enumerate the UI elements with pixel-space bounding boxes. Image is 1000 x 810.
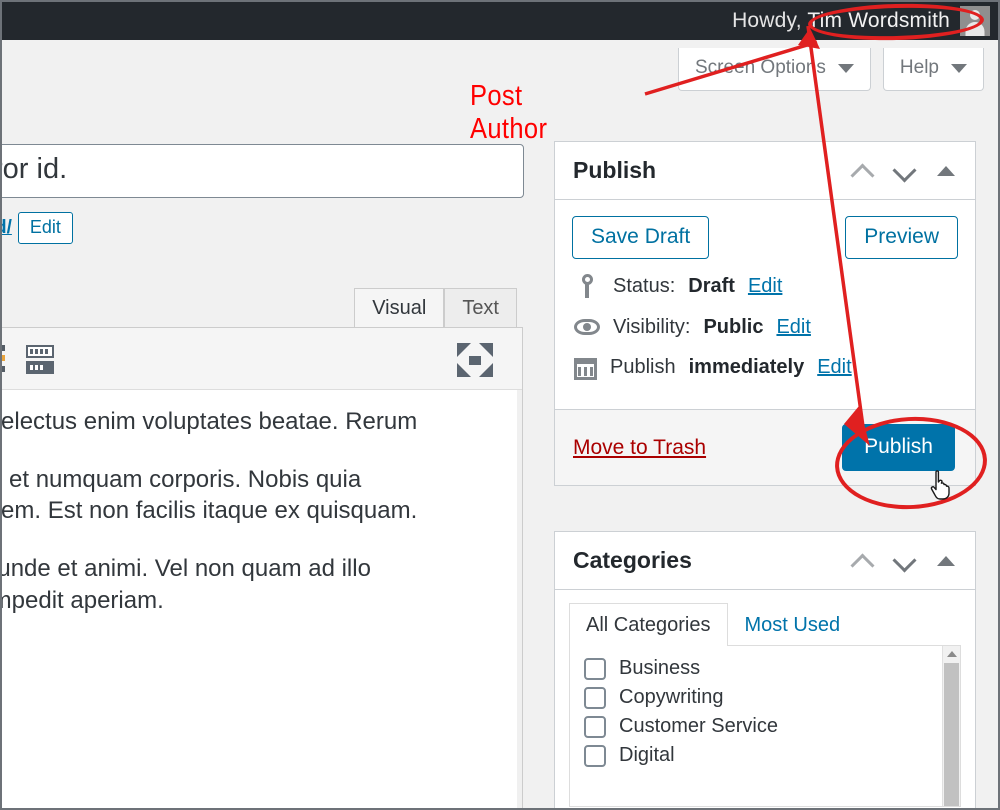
categories-list: Business Copywriting Customer Service Di… xyxy=(570,646,960,767)
tab-visual[interactable]: Visual xyxy=(354,288,445,330)
move-down-icon[interactable] xyxy=(895,161,915,181)
categories-metabox-title: Categories xyxy=(573,547,692,573)
category-checkbox[interactable] xyxy=(584,744,606,767)
editor-scrollbar[interactable] xyxy=(517,390,522,808)
editor-mode-tabs: Visual Text xyxy=(354,288,517,330)
publish-button[interactable]: Publish xyxy=(842,424,955,471)
edit-schedule-link[interactable]: Edit xyxy=(817,356,851,379)
publish-actions-row: Save Draft Preview xyxy=(572,216,958,259)
category-checkbox[interactable] xyxy=(584,686,606,709)
categories-metabox-header: Categories xyxy=(555,532,975,590)
post-content-editor: m delectus enim voluptates beatae. Rerum… xyxy=(0,327,523,808)
status-label: Status: xyxy=(613,274,676,297)
move-up-icon[interactable] xyxy=(853,161,873,181)
scrollbar-thumb[interactable] xyxy=(944,663,959,806)
eye-icon xyxy=(574,314,600,340)
help-button[interactable]: Help xyxy=(882,48,984,91)
scroll-up-arrow-icon[interactable] xyxy=(947,651,957,657)
category-label: Customer Service xyxy=(619,715,778,737)
publish-metabox: Publish Save Draft Preview Status: Draft… xyxy=(554,141,976,486)
post-title-wrap: ror id. xyxy=(2,144,524,198)
editor-paragraph-line: is unde et animi. Vel non quam ad illo xyxy=(0,555,371,583)
post-status-row: Status: Draft Edit xyxy=(574,273,958,299)
tab-text[interactable]: Text xyxy=(444,288,517,330)
pin-icon xyxy=(574,273,600,299)
schedule-value: immediately xyxy=(688,356,805,378)
metabox-controls xyxy=(853,161,959,181)
help-label: Help xyxy=(899,57,939,78)
publish-metabox-title: Publish xyxy=(573,157,657,183)
tab-all-categories[interactable]: All Categories xyxy=(569,603,728,646)
account-name: Tim Wordsmith xyxy=(807,9,950,32)
category-label: Digital xyxy=(619,744,675,766)
calendar-icon xyxy=(574,358,597,380)
move-to-trash-link[interactable]: Move to Trash xyxy=(573,436,706,460)
save-draft-button[interactable]: Save Draft xyxy=(572,216,710,259)
category-checkbox[interactable] xyxy=(584,715,606,738)
edit-permalink-button[interactable]: Edit xyxy=(17,212,73,244)
visibility-value: Public xyxy=(703,315,764,338)
tab-most-used[interactable]: Most Used xyxy=(728,603,858,646)
list-item[interactable]: Digital xyxy=(584,744,960,767)
edit-visibility-link[interactable]: Edit xyxy=(776,316,810,339)
post-visibility-row: Visibility: Public Edit xyxy=(574,314,958,340)
category-checkbox[interactable] xyxy=(584,657,606,680)
category-label: Copywriting xyxy=(619,686,724,708)
insert-read-more-icon[interactable] xyxy=(2,345,5,372)
toggle-panel-icon[interactable] xyxy=(937,165,955,176)
permalink-slug-link[interactable]: r-id/ xyxy=(2,217,12,239)
categories-tabs: All Categories Most Used xyxy=(555,590,975,646)
toggle-panel-icon[interactable] xyxy=(937,555,955,566)
editor-content-area[interactable]: m delectus enim voluptates beatae. Rerum… xyxy=(0,390,522,808)
publish-metabox-header: Publish xyxy=(555,142,975,200)
categories-list-wrap: Business Copywriting Customer Service Di… xyxy=(569,645,961,807)
avatar[interactable] xyxy=(960,6,990,36)
editor-paragraph-line: ui impedit aperiam. xyxy=(2,586,164,614)
admin-bar: Howdy, Tim Wordsmith xyxy=(2,2,998,40)
edit-status-link[interactable]: Edit xyxy=(748,275,782,298)
editor-paragraph: m delectus enim voluptates beatae. Rerum xyxy=(0,408,418,435)
howdy-text: Howdy, xyxy=(732,9,802,32)
metabox-controls xyxy=(853,551,959,571)
list-item[interactable]: Customer Service xyxy=(584,715,960,738)
annotation-post-author-label: Post Author xyxy=(470,80,548,145)
chevron-down-icon xyxy=(951,63,967,73)
screen-options-button[interactable]: Screen Options xyxy=(677,48,871,91)
move-up-icon[interactable] xyxy=(853,551,873,571)
permalink-row: r-id/ Edit xyxy=(2,212,73,244)
toolbar-toggle-icon[interactable] xyxy=(26,345,54,375)
editor-paragraph-line: atur et numquam corporis. Nobis quia xyxy=(0,465,362,493)
list-item[interactable]: Copywriting xyxy=(584,686,960,709)
list-item[interactable]: Business xyxy=(584,657,960,680)
publish-metabox-body: Save Draft Preview Status: Draft Edit Vi… xyxy=(555,200,975,409)
howdy-greeting[interactable]: Howdy, Tim Wordsmith xyxy=(732,9,960,33)
preview-button[interactable]: Preview xyxy=(845,216,958,259)
categories-metabox: Categories All Categories Most Used Busi… xyxy=(554,531,976,808)
status-value: Draft xyxy=(688,274,735,297)
post-schedule-row: Publish immediately Edit xyxy=(574,355,958,380)
post-title-input[interactable]: ror id. xyxy=(2,144,524,198)
visibility-label: Visibility: xyxy=(613,315,691,338)
editor-toolbar xyxy=(2,328,522,390)
editor-paragraph: dis unde et animi. Vel non quam ad illo … xyxy=(0,553,504,616)
editor-paragraph: atur et numquam corporis. Nobis quia pta… xyxy=(0,464,504,527)
move-down-icon[interactable] xyxy=(895,551,915,571)
wordpress-post-editor-screenshot: Howdy, Tim Wordsmith Screen Options Help… xyxy=(0,0,1000,810)
schedule-label: Publish xyxy=(610,356,676,378)
chevron-down-icon xyxy=(837,63,854,73)
screen-meta-links: Screen Options Help xyxy=(677,48,984,91)
distraction-free-writing-icon[interactable] xyxy=(457,343,493,377)
publish-metabox-footer: Move to Trash Publish xyxy=(555,409,975,485)
categories-scrollbar[interactable] xyxy=(942,646,960,806)
category-label: Business xyxy=(619,657,701,679)
editor-paragraph-line: ptatem. Est non facilis itaque ex quisqu… xyxy=(0,497,418,525)
screen-options-label: Screen Options xyxy=(694,57,826,78)
